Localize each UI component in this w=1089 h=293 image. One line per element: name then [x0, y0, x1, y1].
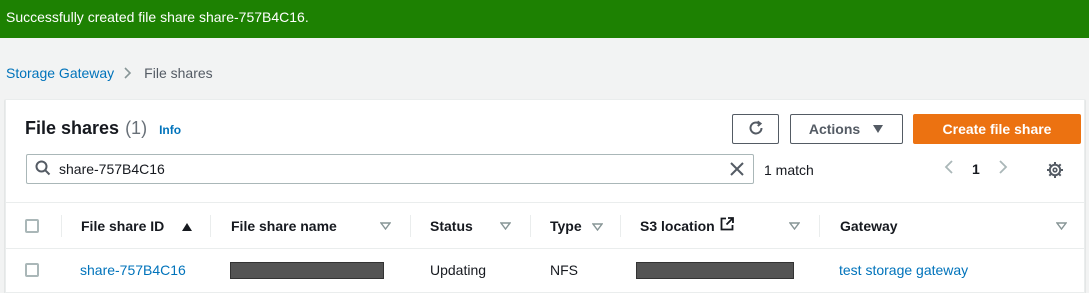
sort-caret-down-icon[interactable]: [380, 203, 391, 248]
column-header-file-share-name[interactable]: File share name: [231, 203, 337, 248]
sort-ascending-icon: [182, 218, 193, 234]
match-count: 1 match: [764, 162, 814, 178]
actions-label: Actions: [808, 121, 861, 137]
row-select-checkbox[interactable]: [25, 249, 39, 291]
current-page[interactable]: 1: [972, 161, 980, 177]
column-divider: [61, 215, 62, 237]
file-share-id-link[interactable]: share-757B4C16: [80, 249, 186, 291]
breadcrumb: Storage Gateway File shares: [6, 65, 213, 81]
gear-icon[interactable]: [1046, 161, 1064, 184]
sort-caret-down-icon[interactable]: [1056, 203, 1067, 248]
column-header-status[interactable]: Status: [430, 203, 473, 248]
column-label: S3 location: [640, 217, 715, 234]
info-link[interactable]: Info: [159, 123, 181, 137]
table-header: File share ID File share name Status Typ…: [6, 202, 1084, 249]
column-label: Status: [430, 217, 473, 234]
refresh-button[interactable]: [732, 114, 779, 144]
caret-down-icon: [872, 121, 884, 137]
breadcrumb-file-shares: File shares: [144, 65, 213, 81]
file-shares-panel: File shares (1) Info Actions Create file…: [5, 99, 1085, 293]
page-title: File shares: [25, 118, 120, 138]
chevron-left-icon[interactable]: [944, 160, 954, 177]
gateway-link[interactable]: test storage gateway: [839, 249, 968, 291]
chevron-right-icon: [124, 67, 132, 79]
s3-location-cell: [636, 249, 794, 291]
column-header-s3-location[interactable]: S3 location: [640, 203, 734, 248]
column-divider: [210, 215, 211, 237]
column-label: Gateway: [840, 217, 898, 234]
column-divider: [410, 215, 411, 237]
column-divider: [819, 215, 820, 237]
column-label: Type: [550, 217, 582, 234]
refresh-icon: [747, 119, 765, 140]
pagination: 1: [944, 160, 1008, 177]
column-header-type[interactable]: Type: [550, 203, 604, 248]
create-file-share-button[interactable]: Create file share: [913, 114, 1081, 144]
column-divider: [530, 215, 531, 237]
column-header-file-share-id[interactable]: File share ID: [81, 203, 193, 248]
redacted-file-share-name: [230, 261, 384, 279]
select-all-checkbox[interactable]: [25, 203, 39, 248]
clear-search-icon[interactable]: [729, 161, 745, 180]
panel-header: File shares (1) Info: [25, 118, 181, 139]
search-icon: [35, 160, 51, 179]
chevron-right-icon[interactable]: [998, 160, 1008, 177]
flash-message: Successfully created file share share-75…: [6, 9, 309, 25]
success-flash-banner: Successfully created file share share-75…: [0, 0, 1089, 38]
search-input[interactable]: share-757B4C16: [59, 161, 165, 177]
type-cell: NFS: [550, 262, 578, 278]
actions-button[interactable]: Actions: [790, 114, 903, 144]
status-cell: Updating: [430, 262, 487, 278]
redacted-s3-location[interactable]: [636, 261, 794, 279]
sort-caret-down-icon[interactable]: [789, 203, 800, 248]
external-link-icon: [720, 217, 734, 234]
column-label: File share ID: [81, 217, 165, 234]
column-header-gateway[interactable]: Gateway: [840, 203, 898, 248]
create-label: Create file share: [942, 121, 1052, 137]
column-divider: [620, 215, 621, 237]
checkbox[interactable]: [25, 218, 39, 233]
table-row: share-757B4C16 Updating NFS test storage…: [6, 249, 1084, 291]
sort-caret-down-icon[interactable]: [500, 203, 511, 248]
file-share-name-cell: [230, 249, 384, 291]
breadcrumb-storage-gateway[interactable]: Storage Gateway: [6, 65, 114, 81]
checkbox[interactable]: [25, 263, 39, 277]
item-count: (1): [125, 118, 148, 138]
column-label: File share name: [231, 217, 337, 234]
search-field[interactable]: share-757B4C16: [26, 154, 754, 184]
sort-caret-down-icon: [591, 218, 604, 234]
